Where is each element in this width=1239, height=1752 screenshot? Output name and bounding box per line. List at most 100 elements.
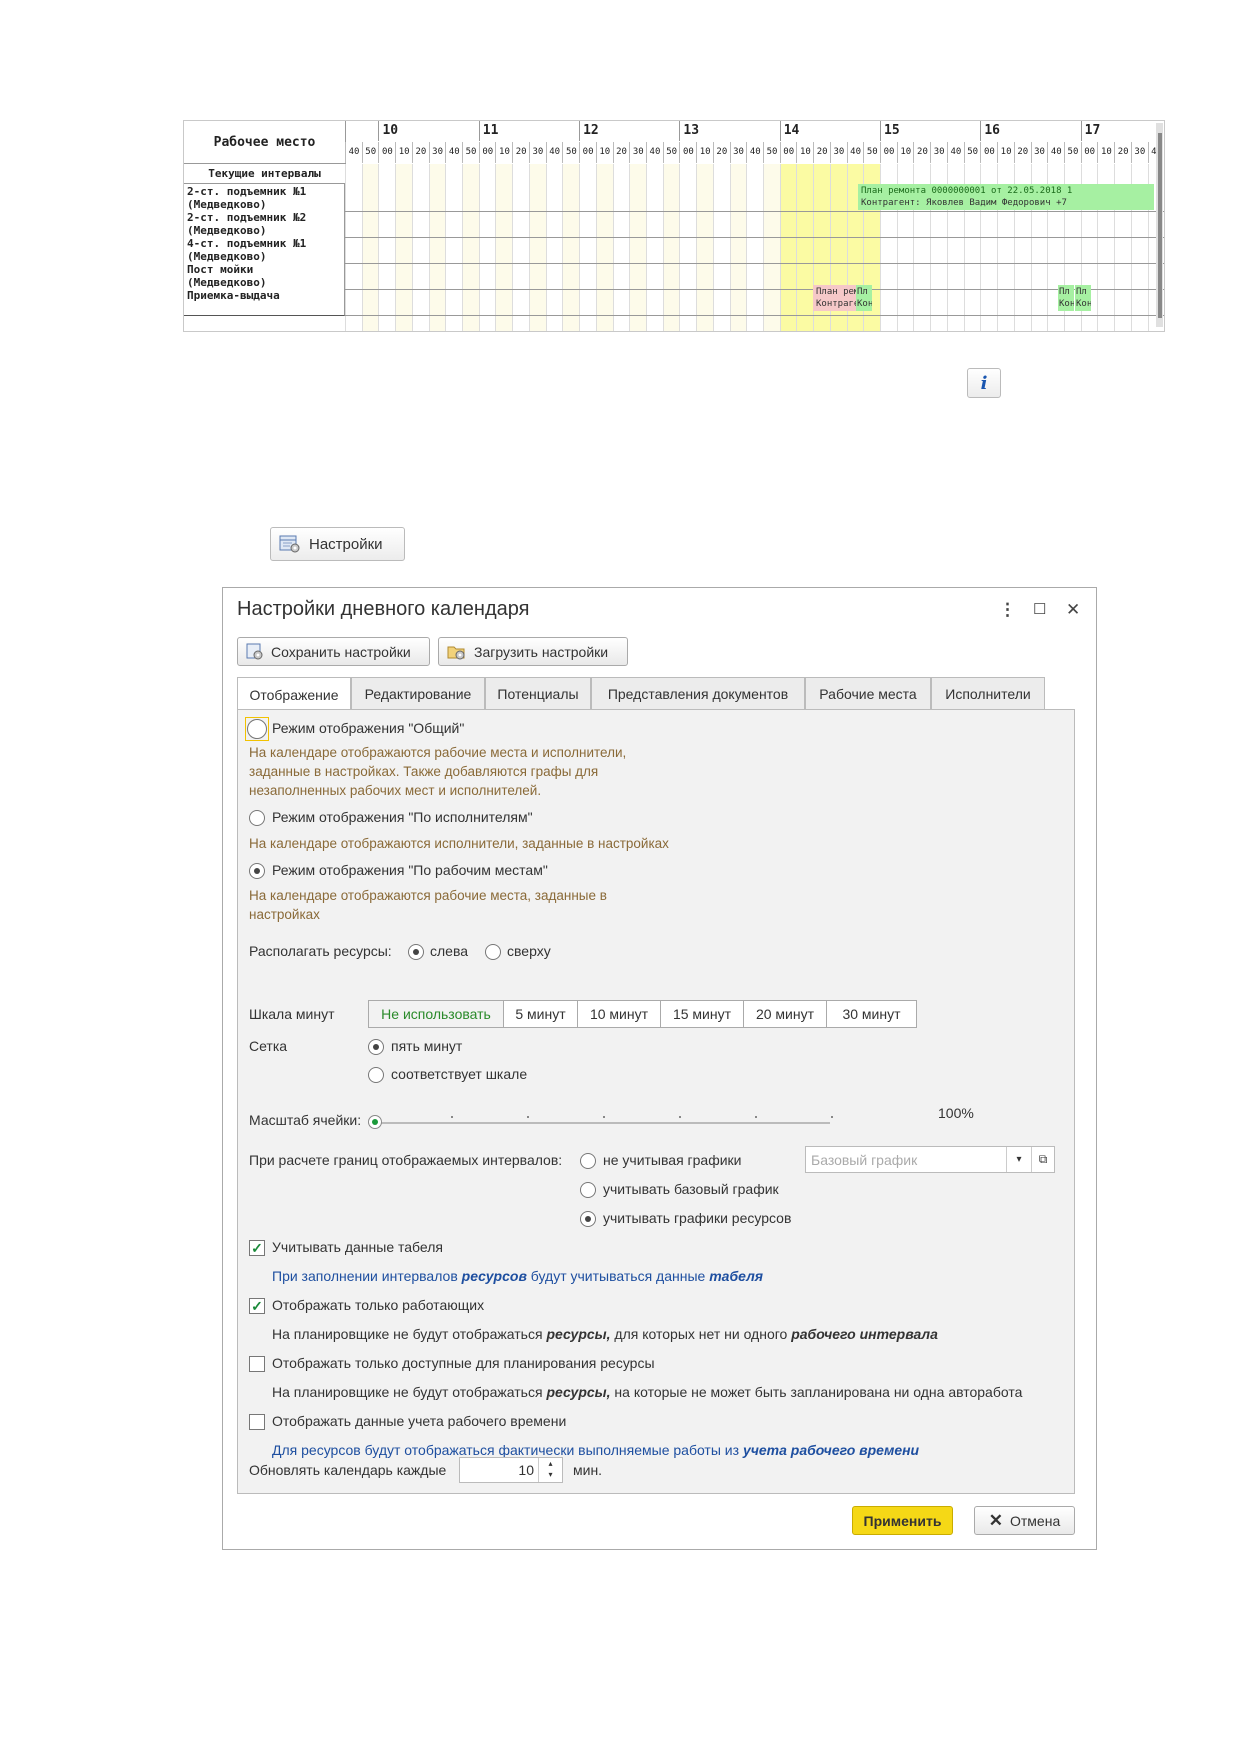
dropdown-arrow-icon[interactable]: ▾ xyxy=(1006,1147,1031,1172)
apply-button[interactable]: Применить xyxy=(852,1506,953,1535)
grid-five-minutes-label[interactable]: пять минут xyxy=(391,1038,462,1054)
refresh-minutes-field[interactable]: 10 ▴ ▾ xyxy=(459,1457,563,1483)
repair-plan-event[interactable]: План ремонта 0000000001 от 22.05.2018 1 … xyxy=(858,184,1154,210)
tab-workplaces[interactable]: Рабочие места xyxy=(805,677,931,709)
time-slot-column[interactable] xyxy=(579,164,597,331)
cancel-button[interactable]: ✕ Отмена xyxy=(974,1506,1075,1535)
resources-top-label[interactable]: сверху xyxy=(507,943,551,959)
time-slot-column[interactable] xyxy=(361,164,379,331)
time-slot-column[interactable] xyxy=(345,164,362,331)
grid-scale-label[interactable]: соответствует шкале xyxy=(391,1066,527,1082)
workplace-row-label[interactable]: 4-ст. подъемник №1 (Медведково) xyxy=(184,236,345,264)
intervals-base-label[interactable]: учитывать базовый график xyxy=(603,1181,779,1197)
base-schedule-combo[interactable]: Базовый график ▾ ⧉ xyxy=(805,1146,1055,1173)
time-slot-column[interactable] xyxy=(512,164,530,331)
intervals-base-radio[interactable] xyxy=(580,1182,596,1198)
only-available-label[interactable]: Отображать только доступные для планиров… xyxy=(272,1355,655,1371)
time-slot-column[interactable] xyxy=(763,164,780,331)
grid-scale-radio[interactable] xyxy=(368,1067,384,1083)
time-slot-column[interactable] xyxy=(712,164,730,331)
scrollbar-thumb[interactable] xyxy=(1158,133,1162,318)
close-icon[interactable]: ✕ xyxy=(1066,600,1080,620)
time-slot-column[interactable] xyxy=(662,164,680,331)
work-time-label[interactable]: Отображать данные учета рабочего времени xyxy=(272,1413,566,1429)
resources-left-label[interactable]: слева xyxy=(430,943,468,959)
timesheet-checkbox[interactable]: ✓ xyxy=(249,1240,265,1256)
resources-left-radio[interactable] xyxy=(408,944,424,960)
refresh-minutes-value[interactable]: 10 xyxy=(518,1462,534,1478)
time-slot-column[interactable] xyxy=(378,164,396,331)
only-available-checkbox[interactable] xyxy=(249,1356,265,1372)
time-slot-column[interactable] xyxy=(796,164,814,331)
minute-scale-15[interactable]: 15 минут xyxy=(660,1000,744,1028)
time-slot-column[interactable] xyxy=(612,164,630,331)
time-slot-column[interactable] xyxy=(729,164,747,331)
workplace-row-label[interactable]: Приемка-выдача xyxy=(184,288,345,316)
intervals-resources-label[interactable]: учитывать графики ресурсов xyxy=(603,1210,791,1226)
time-slot-column[interactable] xyxy=(478,164,496,331)
timesheet-label[interactable]: Учитывать данные табеля xyxy=(272,1239,443,1255)
only-working-checkbox[interactable]: ✓ xyxy=(249,1298,265,1314)
time-slot-column[interactable] xyxy=(595,164,613,331)
time-slot-column[interactable] xyxy=(629,164,647,331)
spin-arrows-icon[interactable]: ▴ ▾ xyxy=(538,1458,562,1482)
mode-general-label[interactable]: Режим отображения "Общий" xyxy=(272,720,464,736)
intervals-ignore-radio[interactable] xyxy=(580,1153,596,1169)
grid-five-minutes-radio[interactable] xyxy=(368,1039,384,1055)
tab-display[interactable]: Отображение xyxy=(237,677,351,711)
reception-event-pink[interactable]: План рем Контраген xyxy=(813,285,856,311)
time-slot-column[interactable] xyxy=(746,164,764,331)
mode-performers-radio[interactable] xyxy=(249,810,265,826)
slider-tick xyxy=(755,1116,757,1118)
time-slot-column[interactable] xyxy=(395,164,413,331)
minute-scale-20[interactable]: 20 минут xyxy=(743,1000,827,1028)
workplace-row-label[interactable]: 2-ст. подъемник №1 (Медведково) xyxy=(184,184,345,212)
cell-scale-track[interactable] xyxy=(374,1122,830,1124)
time-slot-column[interactable] xyxy=(528,164,546,331)
open-form-icon[interactable]: ⧉ xyxy=(1031,1147,1054,1172)
cell-scale-thumb[interactable] xyxy=(368,1115,382,1129)
time-slot-column[interactable] xyxy=(445,164,463,331)
time-slot-column[interactable] xyxy=(696,164,714,331)
reception-event-right-b[interactable]: Пл Кон xyxy=(1075,285,1091,311)
minute-scale-5[interactable]: 5 минут xyxy=(503,1000,578,1028)
only-working-label[interactable]: Отображать только работающих xyxy=(272,1297,484,1313)
mode-general-radio[interactable] xyxy=(247,719,267,739)
minute-scale-10[interactable]: 10 минут xyxy=(577,1000,661,1028)
tab-editing[interactable]: Редактирование xyxy=(351,677,485,709)
mode-workplaces-radio[interactable] xyxy=(249,863,265,879)
info-button[interactable]: i xyxy=(967,368,1001,398)
intervals-ignore-label[interactable]: не учитывая графики xyxy=(603,1152,742,1168)
mode-workplaces-label[interactable]: Режим отображения "По рабочим местам" xyxy=(272,862,548,878)
workplace-row-label[interactable]: Пост мойки (Медведково) xyxy=(184,262,345,290)
time-slot-column[interactable] xyxy=(562,164,580,331)
work-time-checkbox[interactable] xyxy=(249,1414,265,1430)
time-slot-column[interactable] xyxy=(1164,164,1165,331)
mode-performers-label[interactable]: Режим отображения "По исполнителям" xyxy=(272,809,533,825)
time-slot-column[interactable] xyxy=(411,164,429,331)
reception-event-right-a[interactable]: Пл Кон xyxy=(1058,285,1074,311)
slider-tick xyxy=(527,1116,529,1118)
time-slot-column[interactable] xyxy=(645,164,663,331)
tab-document-views[interactable]: Представления документов xyxy=(591,677,805,709)
intervals-resources-radio[interactable] xyxy=(580,1211,596,1227)
maximize-icon[interactable]: ☐ xyxy=(1033,600,1046,618)
tab-performers[interactable]: Исполнители xyxy=(931,677,1045,709)
base-schedule-input[interactable]: Базовый график xyxy=(806,1152,1006,1168)
more-menu-icon[interactable]: ⋮ xyxy=(999,600,1016,620)
settings-button[interactable]: Настройки xyxy=(270,527,405,561)
minute-scale-30[interactable]: 30 минут xyxy=(826,1000,917,1028)
time-slot-column[interactable] xyxy=(495,164,513,331)
time-slot-column[interactable] xyxy=(779,164,797,331)
workplace-row-label[interactable]: 2-ст. подъемник №2 (Медведково) xyxy=(184,210,345,238)
time-slot-column[interactable] xyxy=(545,164,563,331)
load-settings-button[interactable]: Загрузить настройки xyxy=(438,637,628,666)
time-slot-column[interactable] xyxy=(679,164,697,331)
reception-event-green[interactable]: Пл Кон xyxy=(856,285,872,311)
tab-potentials[interactable]: Потенциалы xyxy=(485,677,591,709)
time-slot-column[interactable] xyxy=(428,164,446,331)
save-settings-button[interactable]: Сохранить настройки xyxy=(237,637,430,666)
resources-top-radio[interactable] xyxy=(485,944,501,960)
time-slot-column[interactable] xyxy=(462,164,480,331)
minute-scale-none[interactable]: Не использовать xyxy=(368,1000,504,1028)
